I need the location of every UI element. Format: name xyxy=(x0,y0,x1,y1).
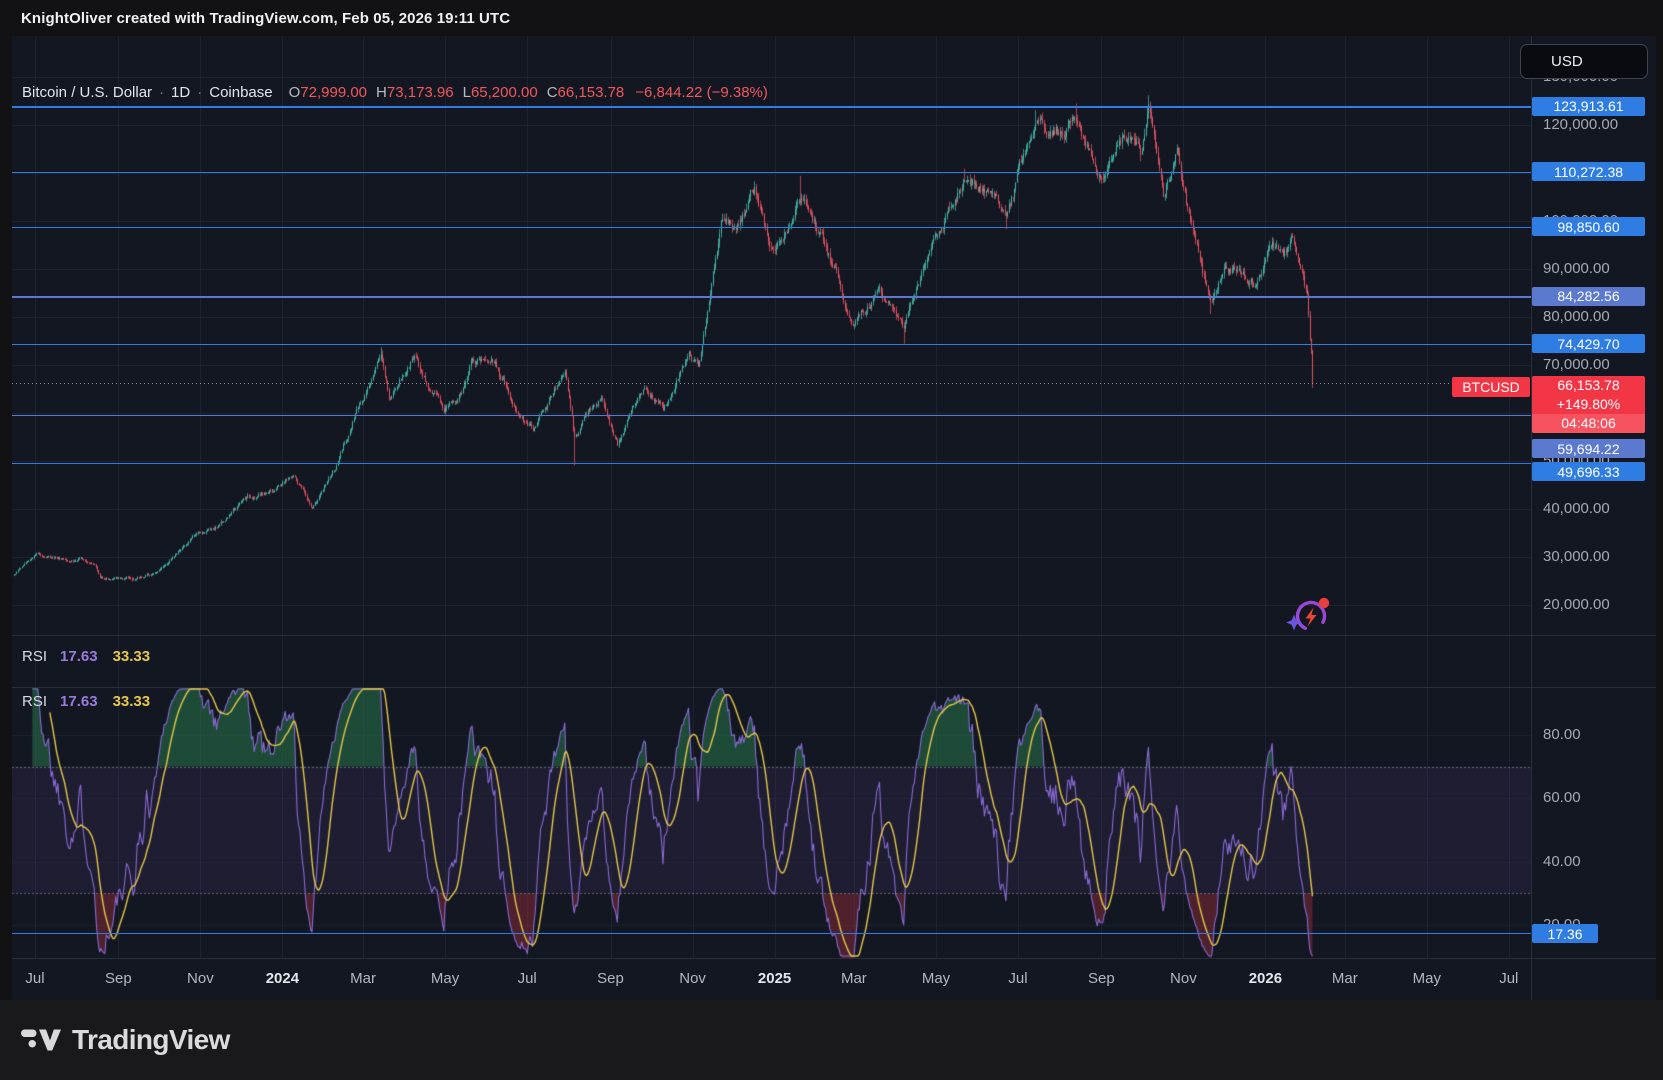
price-gridline-label: 20,000.00 xyxy=(1543,596,1610,614)
page: KnightOliver created with TradingView.co… xyxy=(0,0,1663,1080)
legend-separator: · xyxy=(159,84,164,101)
footer: TradingView xyxy=(0,1000,1663,1080)
rsi-horizontal-line[interactable] xyxy=(12,933,1531,934)
symbol-name: Bitcoin / U.S. Dollar xyxy=(22,84,152,101)
time-axis-label: Sep xyxy=(1088,970,1115,987)
time-axis-label: Mar xyxy=(350,970,376,987)
ohlc-pair: O72,999.00 xyxy=(289,84,367,101)
rsi-gridline-label: 40.00 xyxy=(1543,853,1581,871)
time-axis-label: Nov xyxy=(187,970,214,987)
legend-separator: · xyxy=(197,84,202,101)
time-axis[interactable]: Jul Sep Nov 2024 Mar May Jul Sep Nov 2025 Mar May Ju… xyxy=(12,958,1656,1000)
ticker-symbol: BTCUSD xyxy=(1462,379,1520,395)
tradingview-logo-icon xyxy=(21,1027,61,1053)
symbol-legend: Bitcoin / U.S. Dollar · 1D · Coinbase O7… xyxy=(22,84,768,101)
time-axis-label: May xyxy=(431,970,459,987)
rsi-title: RSI xyxy=(22,693,47,710)
rsi-value: 17.63 xyxy=(60,693,98,710)
price-horizontal-line[interactable] xyxy=(12,106,1531,107)
time-axis-label: Jul xyxy=(25,970,44,987)
price-gridline-label: 70,000.00 xyxy=(1543,356,1610,374)
attribution-text: KnightOliver created with TradingView.co… xyxy=(21,10,510,27)
pane-separator[interactable] xyxy=(12,635,1656,636)
price-gridline-label: 40,000.00 xyxy=(1543,500,1610,518)
bar-countdown: 04:48:06 xyxy=(1532,414,1645,433)
time-axis-label: Nov xyxy=(679,970,706,987)
rsi-gridline-label: 60.00 xyxy=(1543,789,1581,807)
price-horizontal-line[interactable] xyxy=(12,463,1531,464)
rsi-ma-value: 33.33 xyxy=(113,693,151,710)
price-gridline-label: 90,000.00 xyxy=(1543,260,1610,278)
flash-dot xyxy=(1319,598,1329,608)
price-horizontal-line[interactable] xyxy=(12,344,1531,345)
ohlc-values: O72,999.00 H73,173.96 L65,200.00 C66,153.78 xyxy=(289,84,634,101)
price-horizontal-line[interactable] xyxy=(12,227,1531,228)
time-axis-label: Nov xyxy=(1170,970,1197,987)
time-axis-label: Jul xyxy=(518,970,537,987)
rsi-legend: RSI 17.63 33.33 xyxy=(22,693,150,710)
time-axis-label: May xyxy=(1413,970,1441,987)
price-horizontal-line[interactable] xyxy=(12,415,1531,416)
price-gridline-label: 120,000.00 xyxy=(1543,116,1618,134)
time-axis-label: Mar xyxy=(841,970,867,987)
price-line-label: 59,694.22 xyxy=(1532,439,1645,458)
ohlc-pair: H73,173.96 xyxy=(376,84,454,101)
price-gridline-label: 30,000.00 xyxy=(1543,548,1610,566)
last-price-label: 66,153.78 +149.80% 04:48:06 xyxy=(1532,376,1645,433)
price-line-label: 84,282.56 xyxy=(1532,287,1645,306)
time-axis-label: Jul xyxy=(1008,970,1027,987)
rsi-value: 17.63 xyxy=(60,648,98,665)
price-gridline-label: 80,000.00 xyxy=(1543,308,1610,326)
time-axis-label: 2024 xyxy=(266,970,299,987)
time-axis-label: 2025 xyxy=(758,970,791,987)
ohlc-pair: C66,153.78 xyxy=(547,84,625,101)
exchange-label: Coinbase xyxy=(209,84,272,101)
last-price-change: +149.80% xyxy=(1532,395,1645,414)
time-axis-label: May xyxy=(922,970,950,987)
ticker-price-tag: BTCUSD xyxy=(1452,377,1530,397)
plot-area[interactable]: Bitcoin / U.S. Dollar · 1D · Coinbase O7… xyxy=(12,36,1531,1000)
price-horizontal-line[interactable] xyxy=(12,172,1531,173)
price-axis[interactable]: 66,153.78 +149.80% 04:48:06 17.36 130,00… xyxy=(1531,36,1656,1000)
price-horizontal-line[interactable] xyxy=(12,296,1531,297)
price-line-label: 98,850.60 xyxy=(1532,217,1645,236)
brand-name: TradingView xyxy=(72,1024,230,1056)
time-axis-label: Sep xyxy=(105,970,132,987)
price-line-label: 49,696.33 xyxy=(1532,462,1645,481)
price-line-label: 110,272.38 xyxy=(1532,162,1645,181)
price-line-label: 123,913.61 xyxy=(1532,97,1645,116)
time-axis-label: Mar xyxy=(1332,970,1358,987)
time-axis-label: Jul xyxy=(1499,970,1518,987)
currency-label: USD xyxy=(1551,53,1583,70)
rsi-legend-collapsed: RSI 17.63 33.33 xyxy=(22,648,150,665)
chart-container: Bitcoin / U.S. Dollar · 1D · Coinbase O7… xyxy=(12,36,1656,1000)
attribution-bar: KnightOliver created with TradingView.co… xyxy=(0,0,1663,36)
rsi-line-label: 17.36 xyxy=(1532,924,1598,943)
time-axis-label: 2026 xyxy=(1249,970,1282,987)
change-value: −6,844.22 (−9.38%) xyxy=(635,84,768,101)
price-line-label: 74,429.70 xyxy=(1532,334,1645,353)
time-axis-label: Sep xyxy=(597,970,624,987)
last-price-value: 66,153.78 xyxy=(1532,376,1645,395)
drawings-layer xyxy=(12,36,1531,1000)
rsi-gridline-label: 80.00 xyxy=(1543,726,1581,744)
sparkle-icon xyxy=(1286,615,1302,631)
ohlc-pair: L65,200.00 xyxy=(463,84,538,101)
rsi-ma-value: 33.33 xyxy=(113,648,151,665)
rsi-title: RSI xyxy=(22,648,47,665)
currency-toggle-button[interactable]: USD xyxy=(1520,44,1648,79)
last-price-line xyxy=(12,383,1531,384)
lightning-bolt-icon xyxy=(1306,608,1317,627)
tradingview-flash-icon xyxy=(1285,595,1332,635)
interval-label: 1D xyxy=(171,84,190,101)
pane-separator[interactable] xyxy=(12,687,1656,688)
